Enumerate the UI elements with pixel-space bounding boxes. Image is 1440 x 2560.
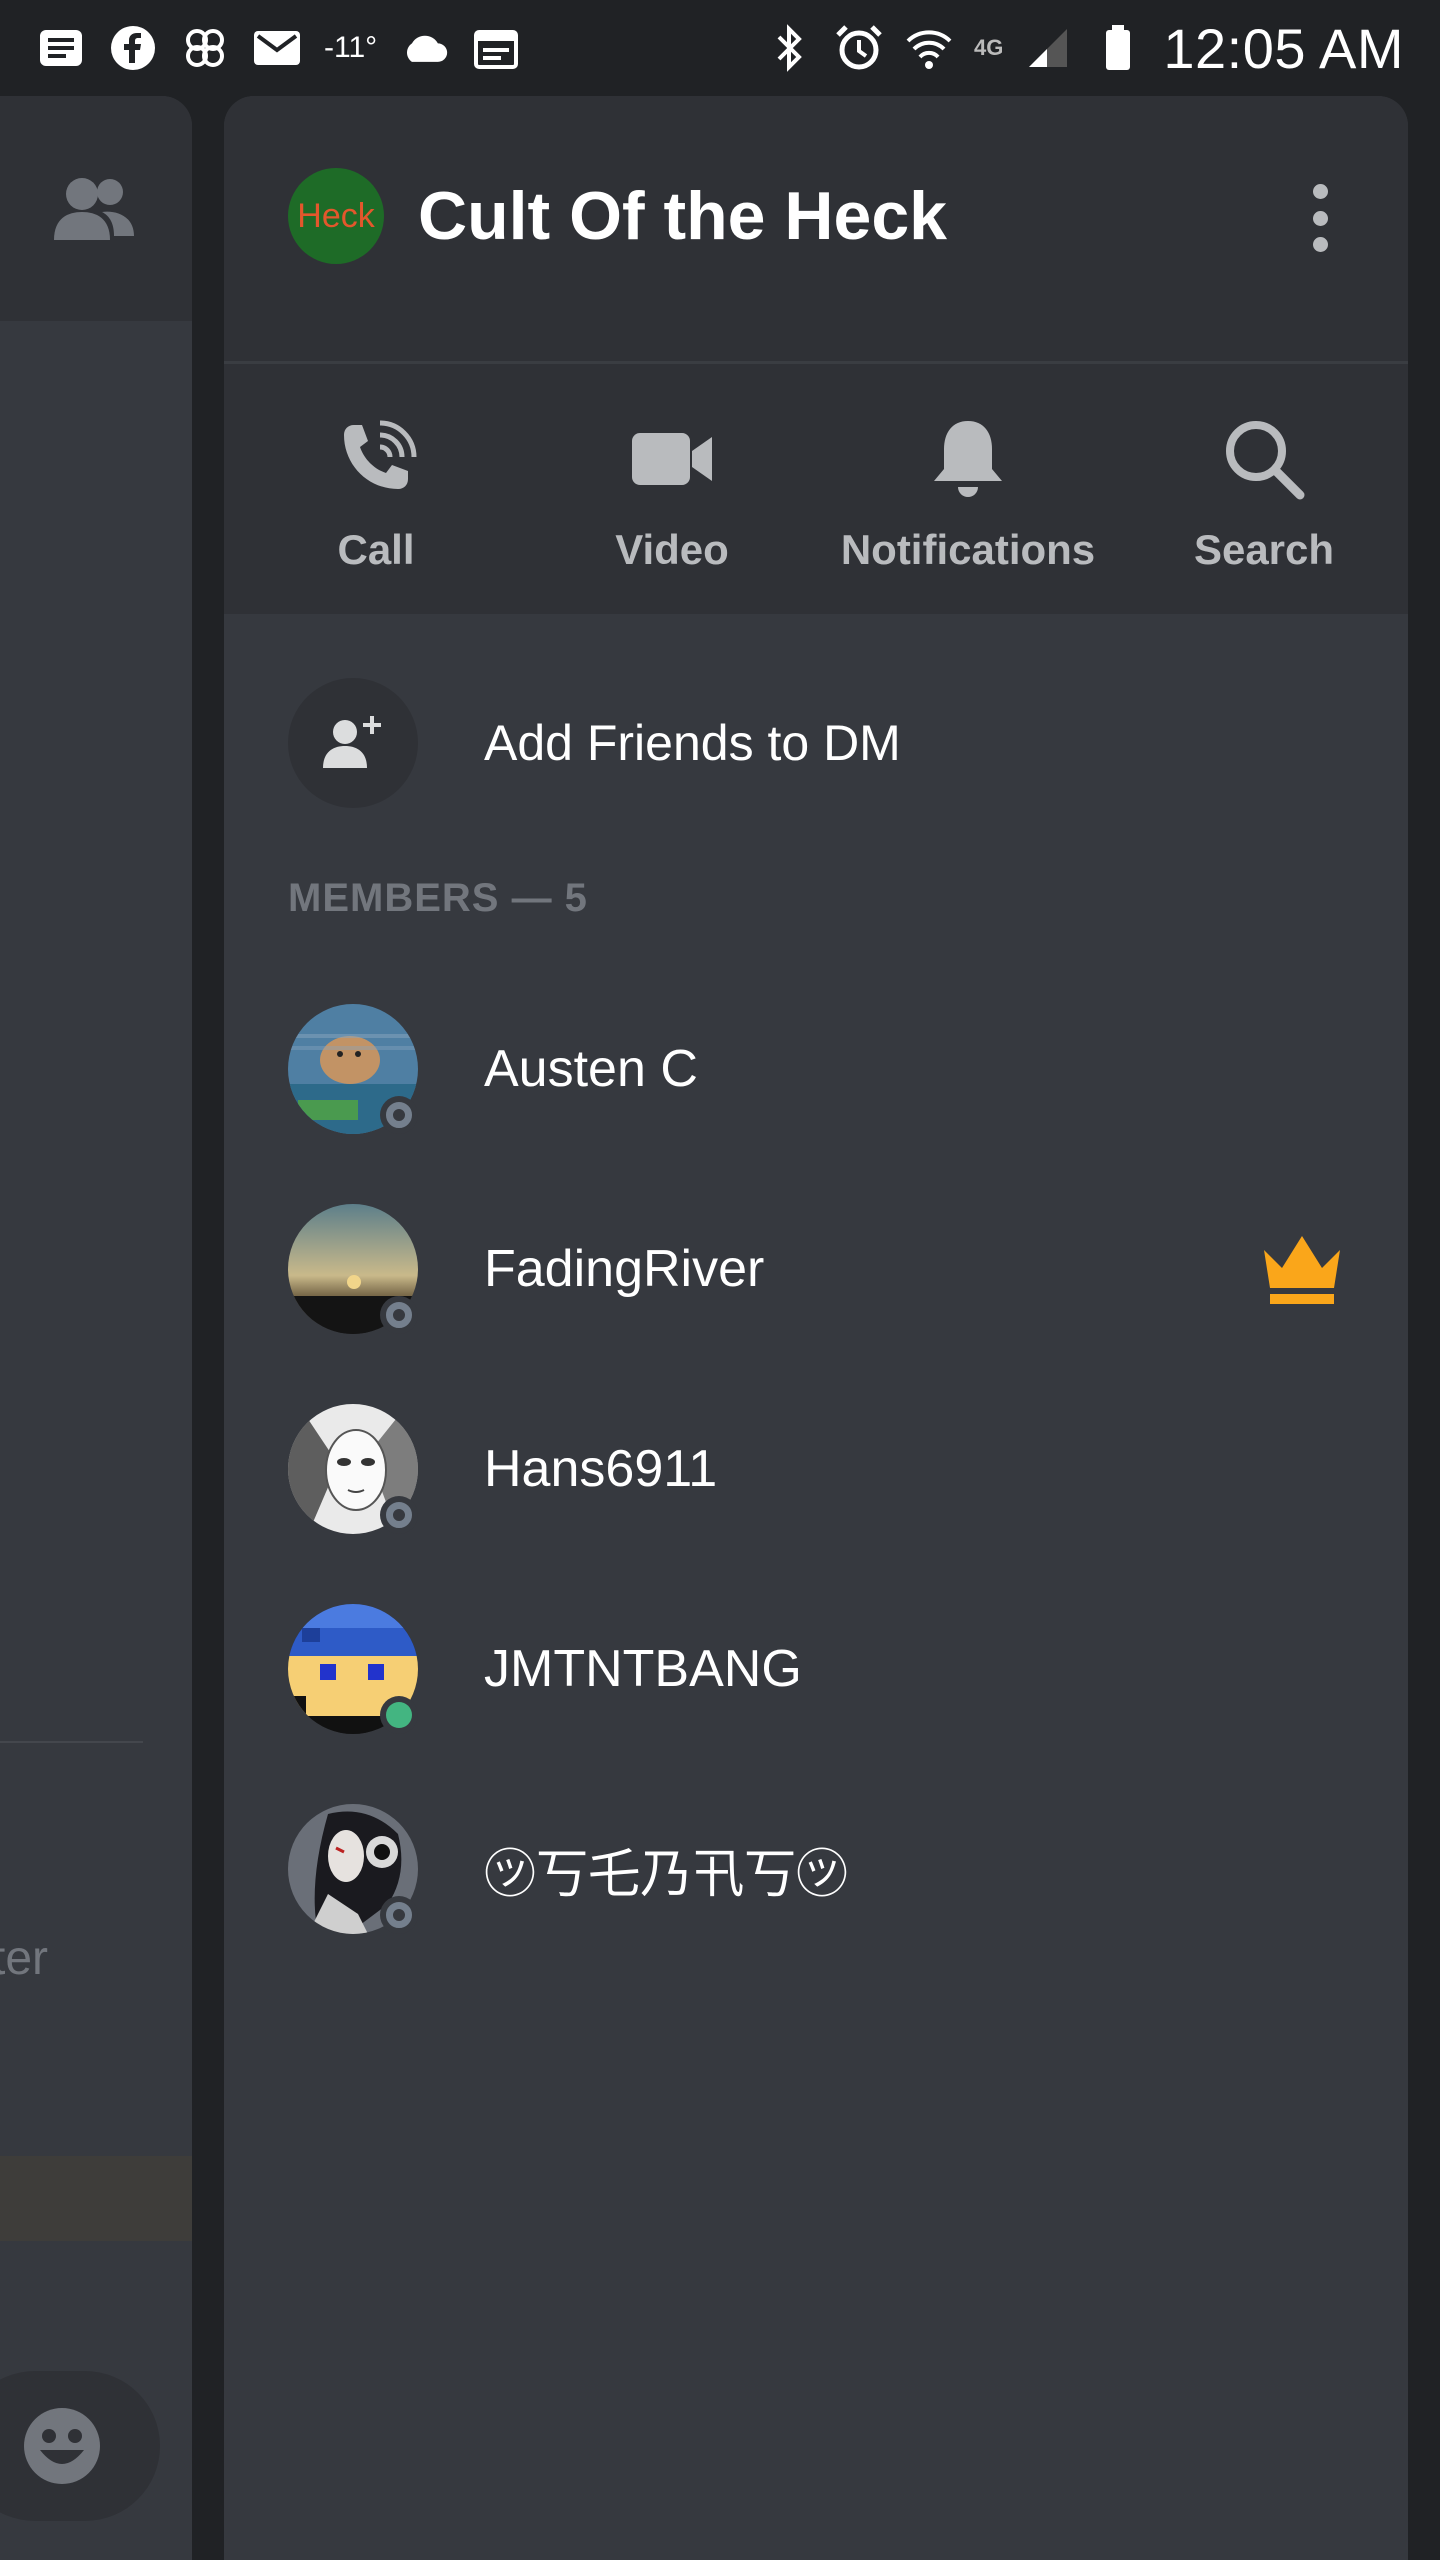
member-row[interactable]: JMTNTBANG: [288, 1604, 1344, 1734]
search-label: Search: [1193, 526, 1335, 573]
signal-strength-icon: [1023, 23, 1073, 73]
battery-icon: [1093, 23, 1143, 73]
avatar: [288, 1204, 418, 1334]
member-name: ㋡丂乇乃卂丂㋡: [484, 1844, 849, 1905]
add-friends-label: Add Friends to DM: [484, 715, 901, 771]
more-options-icon[interactable]: [1290, 178, 1350, 258]
alarm-icon: [834, 23, 884, 73]
search-icon: [1219, 414, 1309, 504]
calendar-icon: [471, 23, 521, 73]
member-row[interactable]: Hans6911: [288, 1404, 1344, 1534]
group-title: Cult Of the Heck: [418, 178, 947, 254]
notifications-label: Notifications: [840, 526, 1096, 573]
status-online-indicator: [380, 1696, 418, 1734]
pinwheel-icon: [180, 23, 230, 73]
status-bar-notifications: -11°: [36, 18, 521, 78]
avatar: [288, 1404, 418, 1534]
member-name: Hans6911: [484, 1440, 718, 1498]
chat-partial-text: ter: [0, 1932, 49, 1985]
status-bar: -11° 4G 12:05 AM: [0, 0, 1440, 96]
member-row[interactable]: FadingRiver: [288, 1204, 1344, 1334]
wifi-icon: [904, 23, 954, 73]
facebook-icon: [108, 23, 158, 73]
bell-icon: [923, 414, 1013, 504]
crown-icon: [1260, 1228, 1344, 1308]
network-type-text: 4G: [974, 35, 1004, 60]
members-toggle-icon[interactable]: [52, 174, 136, 251]
phone-icon: [331, 414, 421, 504]
group-avatar-text: Heck: [297, 196, 375, 235]
member-name: FadingRiver: [484, 1240, 765, 1298]
video-button[interactable]: Video: [532, 394, 812, 594]
emoji-icon[interactable]: [22, 2406, 102, 2491]
chat-header-background: [0, 96, 192, 321]
app-root: -11° 4G 12:05 AM er Heck Cult Of the Hec…: [0, 0, 1440, 2560]
status-bar-system: 4G 12:05 AM: [764, 16, 1404, 80]
bluetooth-icon: [764, 23, 814, 73]
notifications-button[interactable]: Notifications: [828, 394, 1108, 594]
video-label: Video: [615, 526, 729, 573]
drawer-header: Heck Cult Of the Heck: [224, 96, 1408, 362]
avatar: [288, 1604, 418, 1734]
action-bar: Call Video Notifications Search: [224, 364, 1408, 614]
search-button[interactable]: Search: [1124, 394, 1404, 594]
call-label: Call: [337, 526, 415, 573]
status-offline-indicator: [380, 1896, 418, 1934]
chat-highlight-band: [0, 2156, 192, 2241]
temperature-text: -11°: [324, 31, 378, 64]
member-row[interactable]: ㋡丂乇乃卂丂㋡: [288, 1804, 1344, 1934]
chat-divider: [0, 1741, 143, 1743]
group-avatar: Heck: [288, 168, 384, 264]
clock-time: 12:05 AM: [1163, 16, 1404, 80]
status-offline-indicator: [380, 1096, 418, 1134]
video-camera-icon: [627, 414, 717, 504]
message-notification-icon: [36, 23, 86, 73]
chat-panel-background: ter: [0, 96, 192, 2560]
avatar: [288, 1004, 418, 1134]
status-offline-indicator: [380, 1296, 418, 1334]
member-name: JMTNTBANG: [484, 1640, 802, 1698]
email-icon: [252, 23, 302, 73]
message-input-background: [0, 2371, 160, 2521]
member-name: Austen C: [484, 1040, 698, 1098]
dm-members-drawer: Heck Cult Of the Heck Call Video Notific…: [224, 96, 1408, 2560]
avatar: [288, 1804, 418, 1934]
status-offline-indicator: [380, 1496, 418, 1534]
call-button[interactable]: Call: [236, 394, 516, 594]
members-section-header: MEMBERS — 5: [288, 876, 588, 920]
cloud-icon: [399, 23, 449, 73]
add-friend-icon: [288, 678, 418, 808]
add-friends-row[interactable]: Add Friends to DM: [288, 678, 1344, 808]
member-row[interactable]: Austen C: [288, 1004, 1344, 1134]
